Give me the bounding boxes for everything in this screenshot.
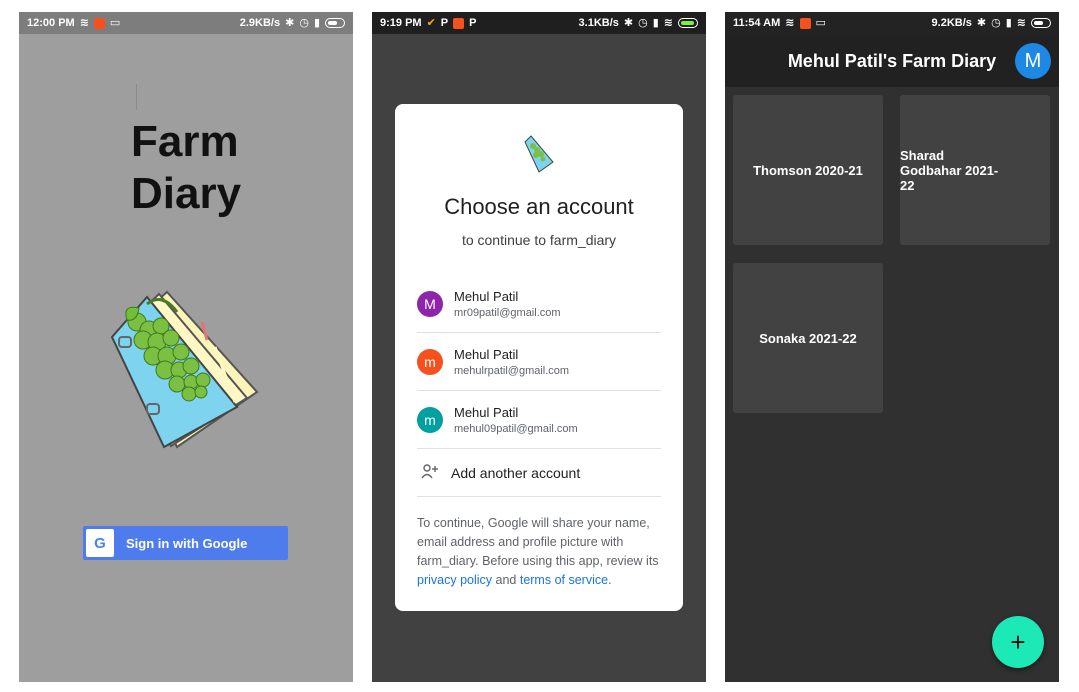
account-email: mehul09patil@gmail.com xyxy=(454,422,578,435)
farm-diary-logo-icon xyxy=(107,282,277,452)
consent-note-and: and xyxy=(492,573,520,587)
paytm-icon: P xyxy=(440,16,449,29)
bluetooth-icon: ✱ xyxy=(623,16,634,29)
status-bar: 11:54 AM ≋ ▭ 9.2KB/s ✱ ◷ ▮ ≋ xyxy=(725,12,1059,34)
account-email: mehulrpatil@gmail.com xyxy=(454,364,570,377)
add-person-icon xyxy=(417,463,443,482)
account-item[interactable]: m Mehul Patil mehulrpatil@gmail.com xyxy=(417,333,661,391)
app-title-line1: Farm xyxy=(131,117,239,166)
alarm-icon: ◷ xyxy=(638,16,648,29)
diary-card[interactable]: Thomson 2020-21 xyxy=(733,95,883,245)
app-bar: Mehul Patil's Farm Diary M xyxy=(725,34,1059,87)
battery-icon xyxy=(1031,18,1051,28)
laptop-icon: ▭ xyxy=(109,16,121,29)
add-account-label: Add another account xyxy=(451,464,581,481)
dialog-title: Choose an account xyxy=(444,194,634,219)
google-signin-label: Sign in with Google xyxy=(126,535,248,551)
account-name: Mehul Patil xyxy=(454,404,519,420)
consent-note-text: To continue, Google will share your name… xyxy=(417,516,659,568)
add-diary-button[interactable]: + xyxy=(992,616,1044,668)
diary-card-label: Sonaka 2021-22 xyxy=(759,330,857,346)
wifi-icon: ≋ xyxy=(1016,16,1026,29)
text-cursor xyxy=(136,84,137,110)
profile-avatar[interactable]: M xyxy=(1015,43,1051,79)
wifi-icon: ≋ xyxy=(663,16,673,29)
wifi-icon: ≋ xyxy=(79,16,89,29)
alarm-icon: ◷ xyxy=(991,16,1001,29)
account-chooser-screen: 9:19 PM ✔ P P 3.1KB/s ✱ ◷ ▮ ≋ Choose an … xyxy=(372,12,706,682)
account-email: mr09patil@gmail.com xyxy=(454,306,561,319)
wifi-icon: ≋ xyxy=(785,16,795,29)
app-title: Farm Diary xyxy=(131,116,331,220)
app-notification-icon xyxy=(453,17,465,29)
status-time: 12:00 PM xyxy=(27,17,75,29)
status-bar: 9:19 PM ✔ P P 3.1KB/s ✱ ◷ ▮ ≋ xyxy=(372,12,706,34)
paytm-icon: P xyxy=(469,16,477,29)
alarm-icon: ◷ xyxy=(299,16,309,29)
network-speed: 2.9KB/s xyxy=(239,17,281,29)
account-item[interactable]: m Mehul Patil mehul09patil@gmail.com xyxy=(417,391,661,449)
diary-card-label: Sharad Godbahar 2021-22 xyxy=(900,147,999,193)
account-name: Mehul Patil xyxy=(454,346,519,362)
avatar: M xyxy=(417,290,443,317)
privacy-policy-link[interactable]: privacy policy xyxy=(417,573,492,587)
account-list: M Mehul Patil mr09patil@gmail.com m Mehu… xyxy=(417,275,661,497)
app-notification-icon xyxy=(93,17,105,29)
page-title: Mehul Patil's Farm Diary xyxy=(787,51,997,71)
account-name: Mehul Patil xyxy=(454,288,519,304)
avatar: m xyxy=(417,348,443,375)
add-account-button[interactable]: Add another account xyxy=(417,449,661,497)
signal-icon: ▮ xyxy=(652,16,659,29)
laptop-icon: ▭ xyxy=(815,16,826,29)
bluetooth-icon: ✱ xyxy=(285,16,295,29)
account-chooser-dialog: Choose an account to continue to farm_di… xyxy=(395,104,683,611)
diary-card[interactable]: Sonaka 2021-22 xyxy=(733,263,883,413)
dialog-subtitle: to continue to farm_diary xyxy=(461,232,617,248)
battery-icon xyxy=(325,18,345,28)
diary-card-label: Thomson 2020-21 xyxy=(753,162,863,178)
diary-list-screen: 11:54 AM ≋ ▭ 9.2KB/s ✱ ◷ ▮ ≋ Mehul Patil… xyxy=(725,12,1059,682)
google-signin-button[interactable]: G Sign in with Google xyxy=(83,526,288,560)
status-time: 11:54 AM xyxy=(733,17,781,29)
account-item[interactable]: M Mehul Patil mr09patil@gmail.com xyxy=(417,275,661,333)
terms-of-service-link[interactable]: terms of service xyxy=(520,573,608,587)
plus-icon: + xyxy=(1010,626,1026,657)
bluetooth-icon: ✱ xyxy=(976,16,987,29)
app-title-line2: Diary xyxy=(131,169,242,218)
farm-diary-logo-icon xyxy=(523,132,557,174)
check-icon: ✔ xyxy=(426,16,436,29)
battery-icon xyxy=(678,18,698,28)
diary-card[interactable]: Sharad Godbahar 2021-22 xyxy=(900,95,1050,245)
signal-icon: ▮ xyxy=(1005,16,1012,29)
signin-screen: 12:00 PM ≋ ▭ 2.9KB/s ✱ ◷ ▮ Farm Diary G … xyxy=(19,12,353,682)
google-g-icon: G xyxy=(86,529,114,557)
network-speed: 9.2KB/s xyxy=(931,17,972,29)
status-time: 9:19 PM xyxy=(380,17,422,29)
avatar: m xyxy=(417,406,443,433)
consent-note-end: . xyxy=(608,573,612,587)
signal-icon: ▮ xyxy=(313,16,320,29)
app-notification-icon xyxy=(799,17,811,29)
status-bar: 12:00 PM ≋ ▭ 2.9KB/s ✱ ◷ ▮ xyxy=(19,12,353,34)
consent-note: To continue, Google will share your name… xyxy=(417,514,667,590)
network-speed: 3.1KB/s xyxy=(578,17,619,29)
